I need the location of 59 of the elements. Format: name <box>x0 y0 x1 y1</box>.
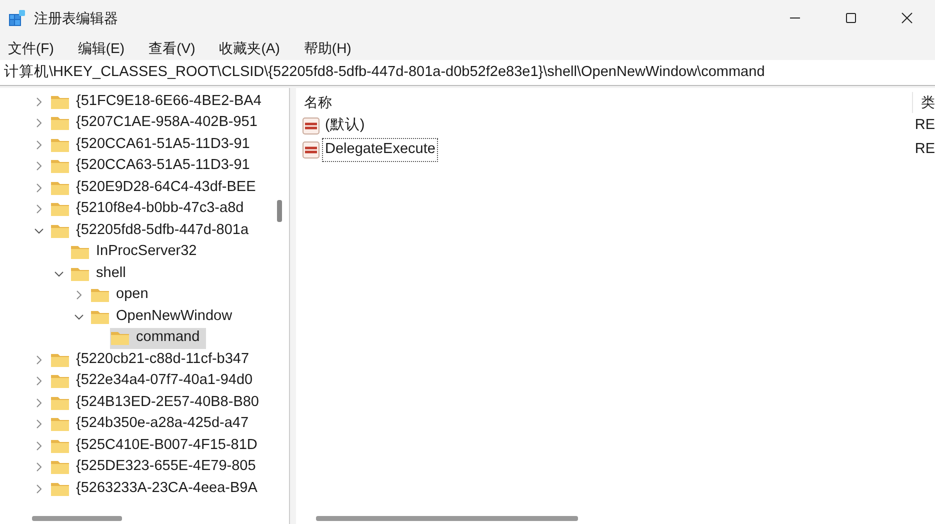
scrollbar-thumb[interactable] <box>316 516 578 521</box>
scrollbar-thumb[interactable] <box>277 200 282 222</box>
folder-icon <box>50 115 70 132</box>
tree-item[interactable]: {520CCA61-51A5-11D3-91 <box>50 134 256 156</box>
folder-icon <box>50 352 70 368</box>
tree-item[interactable]: {5263233A-23CA-4eea-B9A <box>50 478 264 500</box>
folder-icon <box>50 373 70 390</box>
table-cell-text: RE <box>914 116 935 136</box>
tree-item[interactable]: {5210f8e4-b0bb-47c3-a8d <box>50 198 250 220</box>
tree-item[interactable]: OpenNewWindow <box>90 306 238 328</box>
address-bar[interactable]: 计算机\HKEY_CLASSES_ROOT\CLSID\{52205fd8-5dfb-447d-801a-d0b52f2e83e1}\shell\OpenNewWindow\command <box>0 60 935 86</box>
menu-item[interactable]: 查看(V) <box>148 38 196 58</box>
scrollbar-thumb[interactable] <box>32 516 122 521</box>
tree-item[interactable]: shell <box>70 263 132 284</box>
tree-item[interactable]: {51FC9E18-6E66-4BE2-BA4 <box>50 91 268 112</box>
tree-item[interactable]: {520E9D28-64C4-43df-BEE <box>50 177 262 198</box>
folder-icon <box>110 330 130 346</box>
folder-icon <box>50 480 70 497</box>
folder-icon <box>50 222 70 239</box>
tree-item[interactable]: {52205fd8-5dfb-447d-801a <box>50 220 255 242</box>
value-name[interactable]: DelegateExecute <box>322 138 438 162</box>
tree-item[interactable]: {525DE323-655E-4E79-805 <box>50 456 262 478</box>
maximize-icon <box>845 12 857 24</box>
tree-item[interactable]: command <box>110 328 206 349</box>
folder-icon <box>90 308 110 325</box>
folder-icon <box>50 201 70 218</box>
window-title: 注册表编辑器 <box>34 8 118 28</box>
column-header[interactable]: 类 <box>912 92 935 112</box>
folder-icon <box>50 394 70 411</box>
menu-item[interactable]: 帮助(H) <box>304 38 352 58</box>
folder-icon <box>50 158 70 174</box>
folder-icon <box>50 180 70 196</box>
folder-icon <box>50 459 70 476</box>
tree-item[interactable]: {520CCA63-51A5-11D3-91 <box>50 156 256 177</box>
folder-icon <box>70 266 90 282</box>
column-header[interactable]: 名称 <box>296 92 912 112</box>
menu-item[interactable]: 编辑(E) <box>78 38 125 58</box>
folder-icon <box>50 136 70 153</box>
string-value-icon <box>302 141 320 159</box>
folder-icon <box>50 94 70 110</box>
tree-item[interactable]: InProcServer32 <box>70 242 203 263</box>
tree-item[interactable]: open <box>90 284 154 306</box>
tree-item[interactable]: {524B13ED-2E57-40B8-B80 <box>50 392 265 414</box>
app-icon <box>8 9 26 27</box>
menu-item[interactable]: 文件(F) <box>8 38 54 58</box>
folder-icon <box>50 438 70 454</box>
folder-icon <box>50 416 70 432</box>
menu-item[interactable]: 收藏夹(A) <box>219 38 280 58</box>
value-name[interactable]: (默认) <box>322 114 368 138</box>
tree-item[interactable]: {5220cb21-c88d-11cf-b347 <box>50 349 256 370</box>
close-icon <box>901 12 913 24</box>
tree-item[interactable]: {522e34a4-07f7-40a1-94d0 <box>50 370 259 392</box>
folder-icon <box>70 244 90 260</box>
tree-item[interactable]: {525C410E-B007-4F15-81D <box>50 435 264 456</box>
tree-item[interactable]: {5207C1AE-958A-402B-951 <box>50 112 264 134</box>
string-value-icon <box>302 117 320 135</box>
table-cell-text: RE <box>914 140 935 160</box>
tree-item[interactable]: {524b350e-a28a-425d-a47 <box>50 414 255 435</box>
folder-icon <box>90 287 110 304</box>
